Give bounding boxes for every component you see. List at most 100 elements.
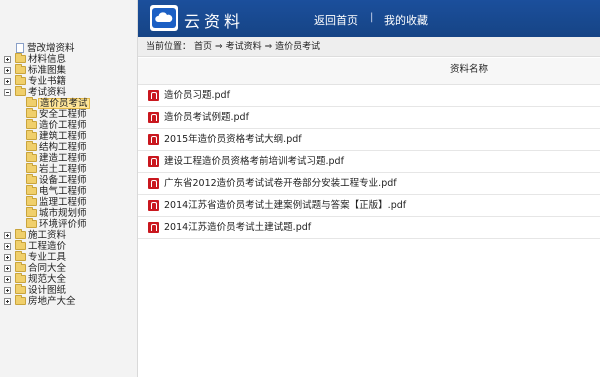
tree-item-label: 建造工程师 [39, 153, 87, 164]
tree-item-label: 规范大全 [28, 274, 67, 285]
file-row[interactable]: 2015年造价员资格考试大纲.pdf [138, 129, 600, 151]
breadcrumb: 当前位置： 首页 ⇒ 考试资料 ⇒ 造价员考试 [138, 37, 600, 57]
breadcrumb-prefix: 当前位置： [146, 42, 192, 52]
tree-item-label: 安全工程师 [39, 109, 87, 120]
sidebar-tree: 营改增资料 材料信息 标准图集 专业书籍 考试资料 造价员考试 安全工程师 造价… [0, 0, 138, 377]
tree-item-label: 施工资料 [28, 230, 67, 241]
tree-item-dianqi[interactable]: 电气工程师 [0, 185, 137, 197]
folder-icon [15, 251, 26, 261]
tree-item-kaoshi[interactable]: 考试资料 [0, 86, 137, 98]
tree-item-zaojiashi[interactable]: 造价工程师 [0, 119, 137, 131]
sidebar-top-spacer [0, 0, 137, 43]
folder-icon [26, 196, 37, 206]
nav-separator: | [370, 12, 374, 23]
pdf-icon [148, 90, 159, 101]
cloud-logo [150, 5, 178, 31]
file-row[interactable]: 造价员考试例题.pdf [138, 107, 600, 129]
breadcrumb-current: 造价员考试 [275, 42, 321, 52]
tree-item-label: 材料信息 [28, 54, 67, 65]
file-row[interactable]: 2014江苏造价员考试土建试题.pdf [138, 217, 600, 239]
expand-plus-icon[interactable] [4, 56, 11, 63]
file-name-link[interactable]: 广东省2012造价员考试试卷开卷部分安装工程专业.pdf [164, 173, 397, 194]
tree-item-zaojiayuan[interactable]: 造价员考试 [0, 97, 137, 109]
tree-item-label: 造价工程师 [39, 120, 87, 131]
tree-item-shebei[interactable]: 设备工程师 [0, 174, 137, 186]
top-header-bar: 云资料 返回首页 | 我的收藏 [138, 0, 600, 37]
file-name-link[interactable]: 2014江苏省造价员考试土建案例试题与答案【正版】.pdf [164, 195, 406, 216]
tree-item-label: 环境评价师 [39, 219, 87, 230]
expand-plus-icon[interactable] [4, 276, 11, 283]
pdf-icon [148, 112, 159, 123]
tree-item-label: 设计图纸 [28, 285, 67, 296]
file-row[interactable]: 造价员习题.pdf [138, 85, 600, 107]
tree-item-label: 结构工程师 [39, 142, 87, 153]
folder-icon [15, 240, 26, 250]
tree-item-jianli[interactable]: 监理工程师 [0, 196, 137, 208]
folder-icon [26, 119, 37, 129]
tree-item-label: 专业书籍 [28, 76, 67, 87]
tree-item-jiegou[interactable]: 结构工程师 [0, 141, 137, 153]
tree-item-fangdichan[interactable]: 房地产大全 [0, 295, 137, 307]
cloud-icon [152, 8, 176, 28]
breadcrumb-home-link[interactable]: 首页 [194, 42, 212, 52]
folder-icon [26, 185, 37, 195]
pdf-icon [148, 222, 159, 233]
folder-icon [26, 108, 37, 118]
site-title: 云资料 [184, 12, 245, 31]
file-list: 资料名称 造价员习题.pdf 造价员考试例题.pdf 2015年造价员资格考试大… [138, 58, 600, 239]
tree-item-label: 监理工程师 [39, 197, 87, 208]
expand-plus-icon[interactable] [4, 78, 11, 85]
expand-plus-icon[interactable] [4, 232, 11, 239]
tree-item-label: 合同大全 [28, 263, 67, 274]
folder-open-icon [15, 86, 26, 96]
file-name-link[interactable]: 造价员习题.pdf [164, 85, 230, 106]
expand-plus-icon[interactable] [4, 265, 11, 272]
tree-item-label: 建筑工程师 [39, 131, 87, 142]
tree-item-jianzhu[interactable]: 建筑工程师 [0, 130, 137, 142]
tree-item-guihua[interactable]: 城市规划师 [0, 207, 137, 219]
collapse-minus-icon[interactable] [4, 89, 11, 96]
expand-plus-icon[interactable] [4, 67, 11, 74]
breadcrumb-arrow: ⇒ [215, 42, 223, 52]
folder-icon [15, 262, 26, 272]
folder-icon [26, 130, 37, 140]
folder-icon [26, 141, 37, 151]
folder-icon [26, 218, 37, 228]
file-name-link[interactable]: 2015年造价员资格考试大纲.pdf [164, 129, 302, 150]
tree-item-label: 营改增资料 [27, 43, 75, 54]
pdf-icon [148, 134, 159, 145]
tree-item-label: 专业工具 [28, 252, 67, 263]
folder-icon [15, 64, 26, 74]
file-name-link[interactable]: 造价员考试例题.pdf [164, 107, 249, 128]
file-name-link[interactable]: 2014江苏造价员考试土建试题.pdf [164, 217, 311, 238]
file-row[interactable]: 建设工程造价员资格考前培训考试习题.pdf [138, 151, 600, 173]
tree-item-label: 考试资料 [28, 87, 67, 98]
tree-item-label: 房地产大全 [28, 296, 76, 307]
tree-item-label: 设备工程师 [39, 175, 87, 186]
folder-icon [26, 207, 37, 217]
expand-plus-icon[interactable] [4, 243, 11, 250]
breadcrumb-arrow: ⇒ [264, 42, 273, 52]
tree-item-label: 标准图集 [28, 65, 67, 76]
tree-item-label: 电气工程师 [39, 186, 87, 197]
tree-item-label: 岩土工程师 [39, 164, 87, 175]
tree-item-yantu[interactable]: 岩土工程师 [0, 163, 137, 175]
tree-item-jianzao[interactable]: 建造工程师 [0, 152, 137, 164]
expand-plus-icon[interactable] [4, 254, 11, 261]
expand-plus-icon[interactable] [4, 298, 11, 305]
folder-icon [15, 75, 26, 85]
nav-home-link[interactable]: 返回首页 [314, 12, 358, 28]
folder-icon [26, 97, 37, 107]
folder-icon [26, 174, 37, 184]
folder-icon [26, 163, 37, 173]
file-name-link[interactable]: 建设工程造价员资格考前培训考试习题.pdf [164, 151, 344, 172]
breadcrumb-exam-link[interactable]: 考试资料 [226, 42, 262, 52]
file-row[interactable]: 广东省2012造价员考试试卷开卷部分安装工程专业.pdf [138, 173, 600, 195]
tree-item-anquan[interactable]: 安全工程师 [0, 108, 137, 120]
pdf-icon [148, 200, 159, 211]
expand-plus-icon[interactable] [4, 287, 11, 294]
file-list-column-header: 资料名称 [138, 58, 600, 85]
folder-icon [26, 152, 37, 162]
nav-favorites-link[interactable]: 我的收藏 [384, 12, 428, 28]
file-row[interactable]: 2014江苏省造价员考试土建案例试题与答案【正版】.pdf [138, 195, 600, 217]
